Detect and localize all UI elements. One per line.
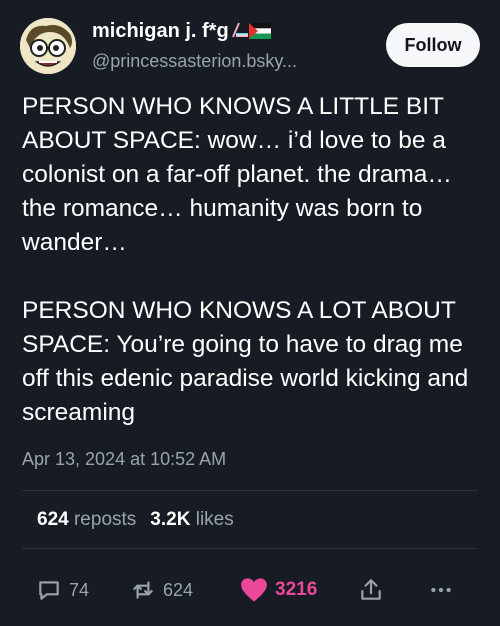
more-icon xyxy=(431,587,451,593)
trans-flag-icon xyxy=(231,22,248,38)
post-paragraph: PERSON WHO KNOWS A LOT ABOUT SPACE: You’… xyxy=(22,297,469,426)
like-count: 3216 xyxy=(275,579,318,600)
author-display-name[interactable]: michigan j. f*g xyxy=(92,20,271,45)
share-button[interactable] xyxy=(358,570,384,610)
engagement-stats: 624 reposts 3.2K likes xyxy=(37,509,234,531)
avatar[interactable] xyxy=(20,18,76,74)
name-flags xyxy=(231,21,271,45)
heart-icon xyxy=(241,578,267,602)
action-bar: 74 624 3216 xyxy=(0,570,500,610)
repost-button[interactable]: 624 xyxy=(130,570,193,610)
like-button[interactable]: 3216 xyxy=(240,570,317,610)
likes-stat[interactable]: 3.2K likes xyxy=(150,509,233,530)
palestine-flag-icon xyxy=(248,23,271,39)
reposts-stat[interactable]: 624 reposts xyxy=(37,509,136,530)
reply-button[interactable]: 74 xyxy=(36,570,89,610)
reposts-count: 624 xyxy=(37,509,69,530)
reply-icon xyxy=(39,581,59,600)
author-handle[interactable]: @princessasterion.bsky... xyxy=(92,51,297,72)
post-paragraph: PERSON WHO KNOWS A LITTLE BIT ABOUT SPAC… xyxy=(22,93,452,256)
share-icon xyxy=(361,579,381,600)
reply-count: 74 xyxy=(69,579,90,600)
post-card: michigan j. f*g @princessasterion.bsky..… xyxy=(0,0,500,626)
likes-label: likes xyxy=(195,509,234,530)
display-name-text: michigan j. f*g xyxy=(92,20,229,42)
divider xyxy=(22,490,478,491)
repost-count: 624 xyxy=(163,579,194,600)
reposts-label: reposts xyxy=(73,509,137,530)
post-body: PERSON WHO KNOWS A LITTLE BIT ABOUT SPAC… xyxy=(22,90,492,430)
more-options-button[interactable] xyxy=(428,570,454,610)
cartoon-face-avatar-icon xyxy=(20,18,76,74)
repost-icon xyxy=(133,581,153,599)
likes-count: 3.2K xyxy=(150,509,191,530)
follow-button[interactable]: Follow xyxy=(386,23,480,67)
divider xyxy=(22,548,478,549)
post-timestamp[interactable]: Apr 13, 2024 at 10:52 AM xyxy=(22,449,226,470)
